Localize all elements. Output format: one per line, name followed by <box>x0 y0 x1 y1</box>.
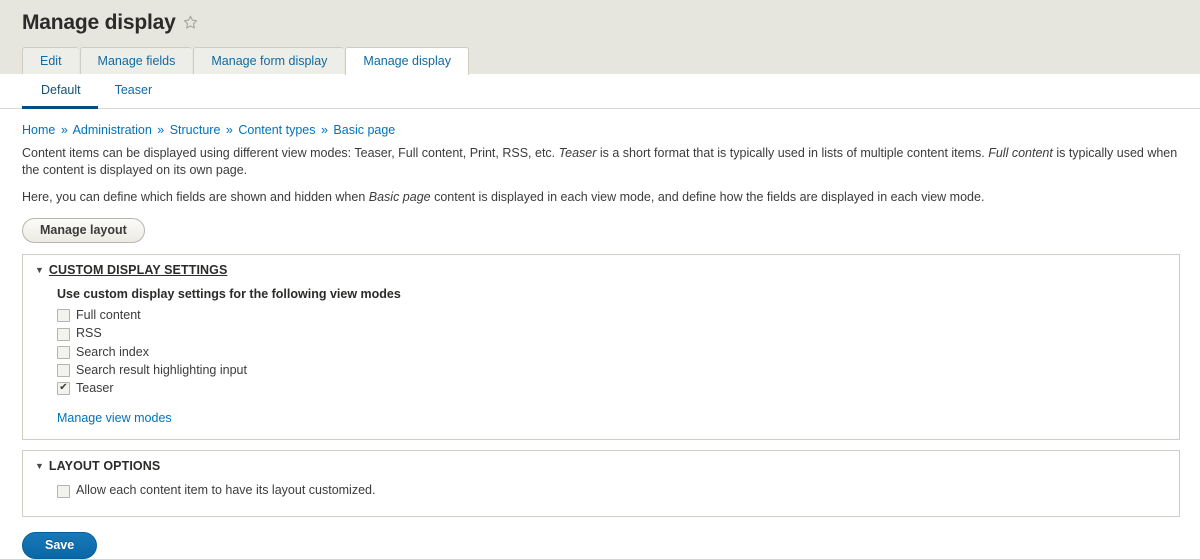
custom-display-settings-legend-label[interactable]: CUSTOM DISPLAY SETTINGS <box>49 263 228 277</box>
breadcrumb-item-basic-page[interactable]: Basic page <box>333 123 395 137</box>
manage-layout-button[interactable]: Manage layout <box>22 217 145 244</box>
intro-text: Content items can be displayed using dif… <box>22 146 559 161</box>
checkbox-allow-layout-customization[interactable] <box>57 484 70 498</box>
checkbox-rss[interactable] <box>57 327 70 341</box>
checkbox-label-teaser[interactable]: Teaser <box>76 381 114 396</box>
intro-text: Here, you can define which fields are sh… <box>22 190 369 205</box>
breadcrumb-separator: » <box>225 123 233 137</box>
checkbox-label-search-index[interactable]: Search index <box>76 345 149 360</box>
checkbox-row-rss[interactable]: RSS <box>57 326 1179 341</box>
custom-display-settings-fieldset: ▼ CUSTOM DISPLAY SETTINGS Use custom dis… <box>22 254 1180 441</box>
intro-emphasis-basic-page: Basic page <box>368 190 431 205</box>
breadcrumb-separator: » <box>320 123 328 137</box>
page-title-row: Manage display <box>0 0 1200 33</box>
checkbox-label-allow-layout-customization[interactable]: Allow each content item to have its layo… <box>76 483 375 498</box>
intro-text: content is displayed in each view mode, … <box>430 190 985 205</box>
checkbox-row-search-index[interactable]: Search index <box>57 345 1179 360</box>
breadcrumb-separator: » <box>60 123 68 137</box>
layout-options-body: Allow each content item to have its layo… <box>23 483 1179 498</box>
chevron-down-icon[interactable]: ▼ <box>35 461 44 471</box>
checkbox-label-full-content[interactable]: Full content <box>76 308 141 323</box>
page-title: Manage display <box>22 11 176 34</box>
subtab-teaser[interactable]: Teaser <box>98 74 170 109</box>
breadcrumb: Home » Administration » Structure » Cont… <box>22 122 1180 138</box>
secondary-tab-bar: Default Teaser <box>0 74 1200 109</box>
breadcrumb-item-administration[interactable]: Administration <box>73 123 152 137</box>
tab-manage-fields[interactable]: Manage fields <box>79 46 193 74</box>
breadcrumb-item-home[interactable]: Home <box>22 123 55 137</box>
star-outline-icon[interactable] <box>183 15 198 32</box>
layout-options-legend-label[interactable]: LAYOUT OPTIONS <box>49 459 160 473</box>
checkbox-search-result-highlighting-input[interactable] <box>57 364 70 377</box>
intro-text: is a short format that is typically used… <box>596 146 989 161</box>
view-modes-sub-heading: Use custom display settings for the foll… <box>57 287 401 302</box>
manage-view-modes-link[interactable]: Manage view modes <box>57 411 172 425</box>
primary-tabs: Edit Manage fields Manage form display M… <box>22 46 470 75</box>
checkbox-full-content[interactable] <box>57 309 70 323</box>
checkbox-row-teaser[interactable]: ✔ Teaser <box>57 381 1179 396</box>
breadcrumb-separator: » <box>157 123 165 137</box>
breadcrumb-item-structure[interactable]: Structure <box>170 123 221 137</box>
checkbox-teaser[interactable]: ✔ <box>57 381 70 396</box>
checkbox-row-search-result-highlighting-input[interactable]: Search result highlighting input <box>57 363 1179 378</box>
intro-paragraph-2: Here, you can define which fields are sh… <box>22 189 1180 206</box>
layout-options-fieldset: ▼ LAYOUT OPTIONS Allow each content item… <box>22 450 1180 517</box>
main-content: Home » Administration » Structure » Cont… <box>0 109 1200 559</box>
checkbox-search-index[interactable] <box>57 345 70 359</box>
custom-display-settings-body: Use custom display settings for the foll… <box>23 287 1179 425</box>
checkbox-row-allow-layout-customization[interactable]: Allow each content item to have its layo… <box>57 483 1179 498</box>
custom-display-settings-legend[interactable]: ▼ CUSTOM DISPLAY SETTINGS <box>23 255 1179 277</box>
checkbox-label-search-result-highlighting-input[interactable]: Search result highlighting input <box>76 363 247 378</box>
tab-edit[interactable]: Edit <box>22 46 79 74</box>
checkbox-row-full-content[interactable]: Full content <box>57 308 1179 323</box>
page-header: Manage display Edit Manage fields Manage… <box>0 0 1200 75</box>
intro-emphasis-full-content: Full content <box>988 146 1053 161</box>
layout-options-legend[interactable]: ▼ LAYOUT OPTIONS <box>23 451 1179 473</box>
checkmark-icon: ✔ <box>59 381 68 393</box>
checkbox-label-rss[interactable]: RSS <box>76 326 102 341</box>
chevron-down-icon[interactable]: ▼ <box>35 265 44 275</box>
save-button[interactable]: Save <box>22 531 98 559</box>
subtab-default[interactable]: Default <box>22 74 98 109</box>
secondary-tabs: Default Teaser <box>22 74 1178 109</box>
tab-manage-display[interactable]: Manage display <box>345 46 469 75</box>
intro-paragraph-1: Content items can be displayed using dif… <box>22 145 1180 178</box>
breadcrumb-item-content-types[interactable]: Content types <box>238 123 315 137</box>
intro-emphasis-teaser: Teaser <box>558 146 597 161</box>
tab-manage-form-display[interactable]: Manage form display <box>193 46 345 74</box>
